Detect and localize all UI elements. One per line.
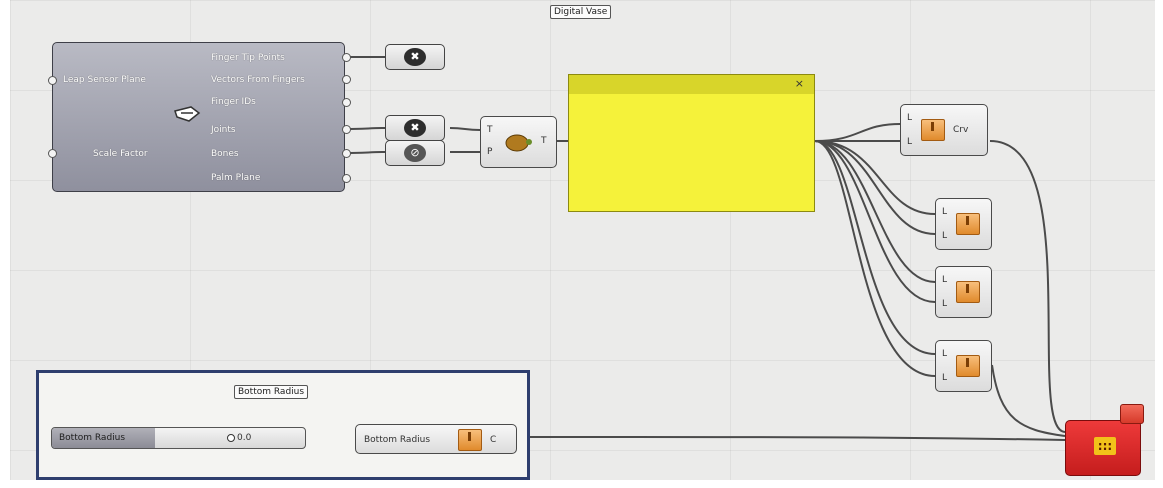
yellow-panel[interactable]: × [568,74,815,212]
port-scale-factor[interactable] [48,149,57,158]
bottom-radius-group-tag: Bottom Radius [234,385,309,399]
loft3-input-b: L [942,373,948,383]
panel-header [569,75,814,94]
bottom-radius-param[interactable]: Bottom Radius C [355,424,517,454]
slider-label: Bottom Radius [59,433,126,443]
group-title-tag: Digital Vase [550,5,612,19]
leap-hand-icon [174,106,201,122]
port-finger-ids[interactable] [342,98,351,107]
output-finger-ids: Finger IDs [211,97,256,107]
red-merge-component[interactable]: ::: [1065,420,1141,476]
param-cube-icon [458,429,482,451]
point-param-1[interactable]: ✖ [385,44,445,70]
loft2-cube-icon [956,281,980,303]
input-leap-sensor-plane: Leap Sensor Plane [63,75,146,85]
loft-component-2[interactable]: L L [935,266,992,318]
loft-component-1[interactable]: L L [935,198,992,250]
loft1-cube-icon [956,213,980,235]
loft1-input-b: L [942,231,948,241]
param-output: C [490,435,497,445]
turtle-input-t: T [487,125,493,135]
bottom-radius-slider[interactable]: Bottom Radius 0.0 [51,427,306,449]
curve-output: Crv [953,125,969,135]
curve-param[interactable]: ⊘ [385,140,445,166]
point-param-icon: ✖ [404,48,426,66]
bottom-radius-group-title: Bottom Radius [238,387,305,397]
curve-component[interactable]: L L Crv [900,104,988,156]
loft1-input-a: L [942,207,948,217]
turtle-output-t: T [541,136,547,146]
turtle-component[interactable]: T P T [480,116,557,168]
output-joints: Joints [211,125,236,135]
red-component-badge [1120,404,1144,424]
port-vectors[interactable] [342,75,351,84]
curve-param-icon: ⊘ [404,144,426,162]
port-bones[interactable] [342,149,351,158]
output-bones: Bones [211,149,239,159]
input-scale-factor: Scale Factor [93,149,148,159]
curve-input-b: L [907,137,913,147]
panel-close-icon[interactable]: × [795,77,804,90]
output-palm-plane: Palm Plane [211,173,261,183]
loft3-input-a: L [942,349,948,359]
port-palm-plane[interactable] [342,174,351,183]
group-title: Digital Vase [554,7,608,17]
loft2-input-b: L [942,299,948,309]
output-vectors-from-fingers: Vectors From Fingers [211,75,305,85]
slider-grip[interactable] [227,434,235,442]
loft3-cube-icon [956,355,980,377]
loft-component-3[interactable]: L L [935,340,992,392]
point-param-icon: ✖ [404,119,426,137]
leap-motion-component[interactable]: Leap Sensor Plane Scale Factor Finger Ti… [52,42,345,192]
merge-icon: ::: [1094,437,1116,455]
turtle-icon [505,134,532,152]
loft2-input-a: L [942,275,948,285]
port-leap-sensor-plane[interactable] [48,76,57,85]
param-label: Bottom Radius [364,435,431,445]
slider-value: 0.0 [237,433,252,443]
port-joints[interactable] [342,125,351,134]
curve-input-a: L [907,113,913,123]
output-finger-tip-points: Finger Tip Points [211,53,285,63]
point-param-2[interactable]: ✖ [385,115,445,141]
turtle-input-p: P [487,147,493,157]
port-finger-tip-points[interactable] [342,53,351,62]
curve-cube-icon [921,119,945,141]
